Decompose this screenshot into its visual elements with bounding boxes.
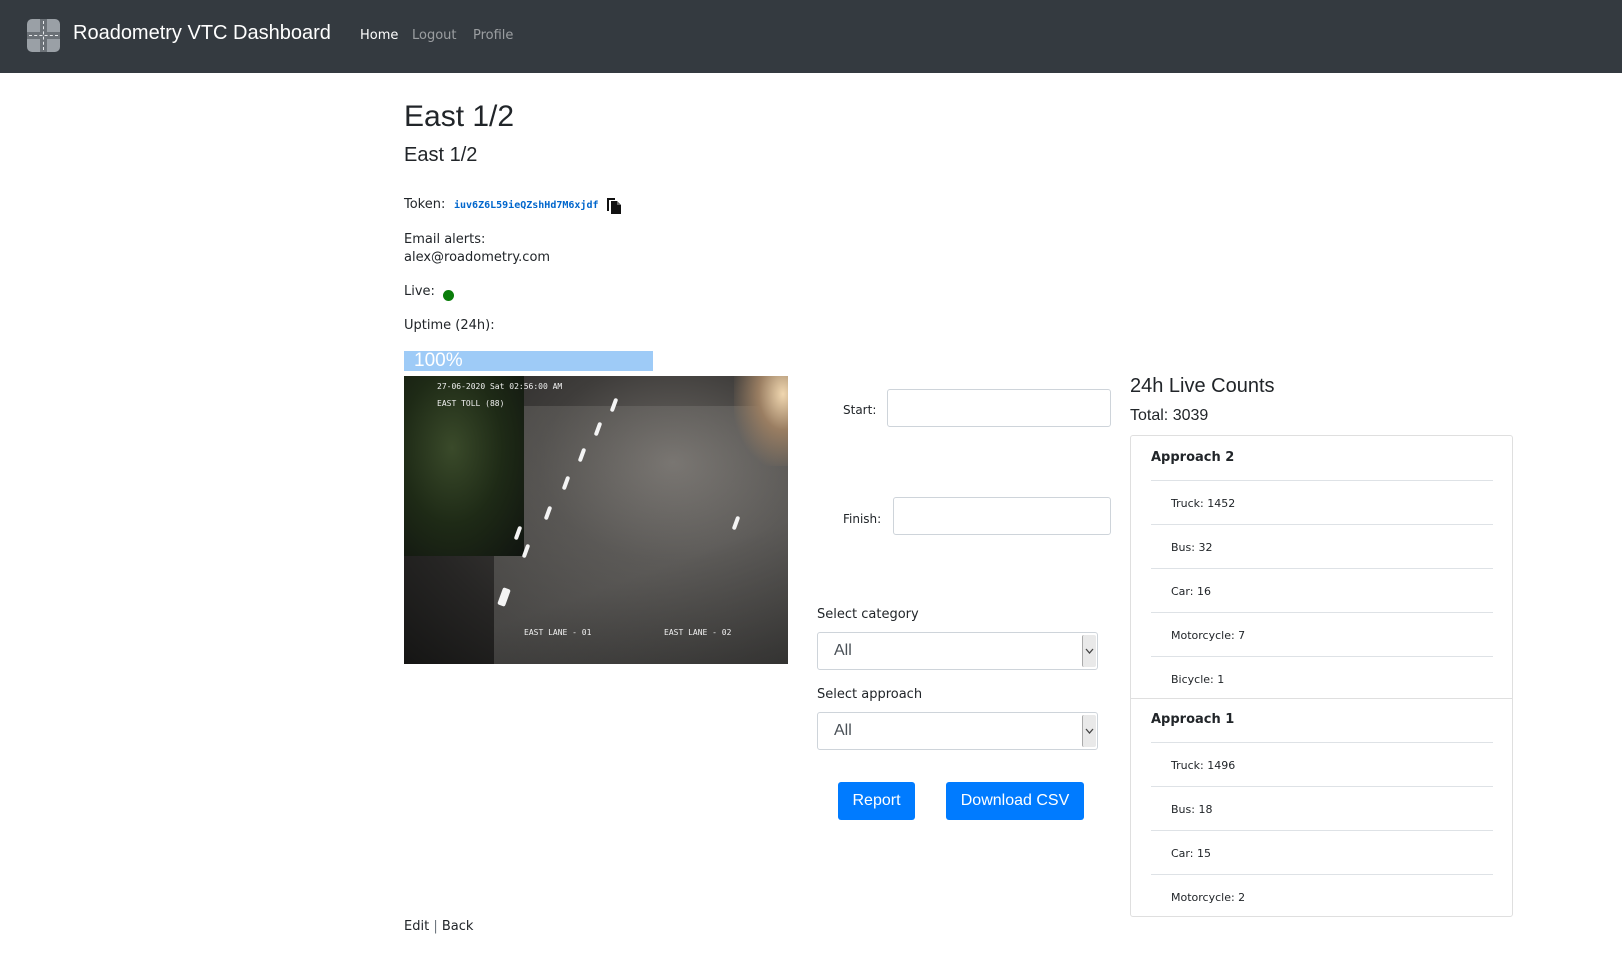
uptime-progress-bar: 100% [404, 351, 653, 371]
nav-profile-link[interactable]: Profile [473, 28, 513, 43]
roadometry-logo-icon[interactable] [27, 19, 60, 52]
count-item: Truck: 1452 [1151, 481, 1493, 525]
finish-date-input[interactable] [893, 497, 1111, 535]
finish-label: Finish: [843, 512, 882, 526]
count-item-text: Bicycle: 1 [1171, 673, 1225, 686]
page-title: East 1/2 [404, 100, 515, 133]
nav-logout-link[interactable]: Logout [412, 28, 457, 43]
count-item: Car: 15 [1151, 831, 1493, 875]
count-item-text: Truck: 1452 [1171, 497, 1236, 510]
uptime-percent-text: 100% [414, 350, 463, 371]
live-status-indicator [443, 290, 454, 301]
camera-lane-2-label: EAST LANE - 02 [664, 628, 732, 637]
live-label: Live: [404, 284, 435, 299]
camera-datetime-overlay: 27-06-2020 Sat 02:56:00 AM [437, 382, 563, 391]
chevron-down-icon[interactable] [1082, 715, 1096, 747]
approach-title: Approach 2 [1151, 450, 1235, 465]
page-subtitle: East 1/2 [404, 144, 478, 166]
uptime-label: Uptime (24h): [404, 318, 495, 333]
approach-select-value: All [834, 722, 852, 739]
category-select-label: Select category [817, 607, 919, 622]
download-csv-button[interactable]: Download CSV [946, 782, 1084, 820]
count-item: Truck: 1496 [1151, 743, 1493, 787]
start-date-input[interactable] [887, 389, 1111, 427]
count-item: Bicycle: 1 [1151, 657, 1493, 701]
approach-select-label: Select approach [817, 687, 923, 702]
brand-title[interactable]: Roadometry VTC Dashboard [73, 22, 331, 45]
count-item-text: Truck: 1496 [1171, 759, 1236, 772]
category-select[interactable]: All [817, 632, 1098, 670]
top-navbar: Roadometry VTC Dashboard Home Logout Pro… [0, 0, 1622, 73]
count-item: Bus: 18 [1151, 787, 1493, 831]
count-item-text: Motorcycle: 2 [1171, 891, 1246, 904]
live-counts-card: Approach 2 Truck: 1452 Bus: 32 Car: 16 M… [1130, 435, 1513, 917]
copy-icon[interactable] [606, 197, 622, 215]
token-label: Token: [404, 197, 446, 212]
camera-location-overlay: EAST TOLL (88) [437, 399, 505, 408]
approach-title: Approach 1 [1151, 712, 1235, 727]
camera-snapshot: 27-06-2020 Sat 02:56:00 AM EAST TOLL (88… [404, 376, 788, 664]
count-item: Car: 16 [1151, 569, 1493, 613]
count-item-text: Car: 15 [1171, 847, 1211, 860]
back-link[interactable]: Back [442, 919, 474, 934]
camera-lane-1-label: EAST LANE - 01 [524, 628, 592, 637]
count-item-text: Bus: 32 [1171, 541, 1213, 554]
count-item: Motorcycle: 7 [1151, 613, 1493, 657]
count-item-text: Bus: 18 [1171, 803, 1213, 816]
category-select-value: All [834, 642, 852, 659]
email-alerts-value: alex@roadometry.com [404, 250, 551, 265]
edit-link[interactable]: Edit [404, 919, 429, 934]
live-counts-title: 24h Live Counts [1130, 375, 1275, 397]
approach-select[interactable]: All [817, 712, 1098, 750]
count-item-text: Car: 16 [1171, 585, 1211, 598]
nav-home-link[interactable]: Home [360, 28, 398, 43]
count-item: Motorcycle: 2 [1151, 875, 1493, 919]
start-label: Start: [843, 403, 877, 417]
report-button[interactable]: Report [838, 782, 915, 820]
chevron-down-icon[interactable] [1082, 635, 1096, 667]
count-item-text: Motorcycle: 7 [1171, 629, 1246, 642]
token-value[interactable]: iuv6Z6L59ieQZshHd7M6xjdf [454, 200, 599, 211]
footer-separator: | [433, 919, 438, 934]
live-counts-total: Total: 3039 [1130, 407, 1209, 424]
email-alerts-label: Email alerts: [404, 232, 486, 247]
footer-links: Edit | Back [404, 919, 473, 934]
count-item: Bus: 32 [1151, 525, 1493, 569]
